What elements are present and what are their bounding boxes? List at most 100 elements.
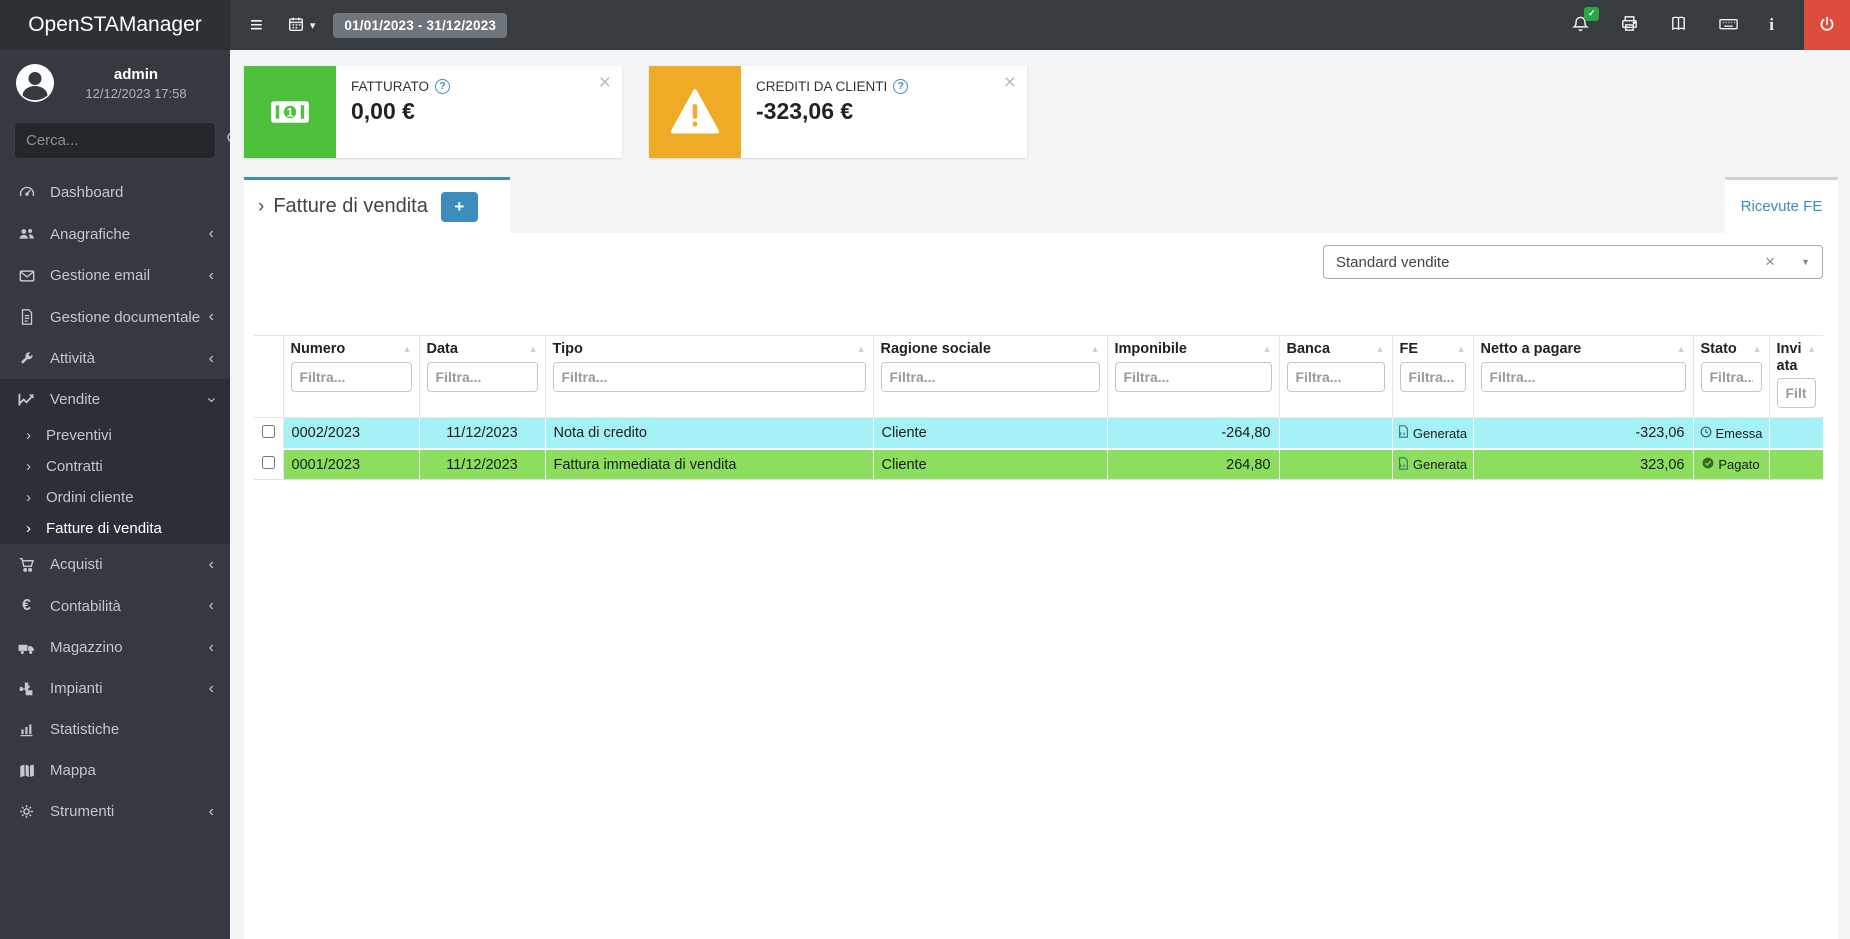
sidebar-item-strumenti[interactable]: Strumenti ‹ xyxy=(0,791,230,832)
info-button[interactable]: i xyxy=(1769,15,1774,35)
chevron-right-icon[interactable]: › xyxy=(258,196,264,218)
sidebar-item-anagrafiche[interactable]: Anagrafiche ‹ xyxy=(0,213,230,255)
sidebar-item-acquisti[interactable]: Acquisti ‹ xyxy=(0,544,230,585)
cell-numero[interactable]: 0002/2023 xyxy=(283,417,420,450)
sidebar-item-mappa[interactable]: Mappa xyxy=(0,750,230,791)
card-body: FATTURATO ? 0,00 € xyxy=(336,66,465,158)
sort-icon[interactable]: ▲ xyxy=(1677,341,1686,354)
sidebar-nav: Dashboard Anagrafiche ‹ Gestione email ‹… xyxy=(0,171,230,832)
sidebar-item-gestione-documentale[interactable]: Gestione documentale ‹ xyxy=(0,296,230,338)
sidebar-item-label: Contratti xyxy=(46,458,103,475)
sort-icon[interactable]: ▲ xyxy=(529,341,538,354)
sidebar-item-statistiche[interactable]: Statistiche xyxy=(0,709,230,750)
tabs-spacer xyxy=(510,177,1725,233)
cell-ragione-sociale: Cliente xyxy=(873,417,1108,450)
column-header-tipo[interactable]: Tipo ▲ xyxy=(545,334,874,419)
docs-button[interactable] xyxy=(1669,14,1688,36)
sidebar-item-label: Statistiche xyxy=(50,721,120,738)
clear-selection-icon[interactable]: × xyxy=(1763,252,1777,272)
sidebar-item-gestione-email[interactable]: Gestione email ‹ xyxy=(0,255,230,296)
puzzle-icon xyxy=(16,680,37,697)
column-header-stato[interactable]: Stato ▲ xyxy=(1693,334,1770,419)
sort-icon[interactable]: ▲ xyxy=(1807,341,1816,354)
help-icon[interactable]: ? xyxy=(435,79,451,94)
column-header-imponibile[interactable]: Imponibile ▲ xyxy=(1107,334,1280,419)
tab-ricevute-fe[interactable]: Ricevute FE xyxy=(1725,177,1838,233)
bar-chart-icon xyxy=(16,721,37,738)
add-invoice-button[interactable]: + xyxy=(440,191,478,222)
notifications-button[interactable]: ✓ xyxy=(1571,6,1600,37)
app-logo[interactable]: OpenSTAManager xyxy=(0,0,230,50)
sidebar-item-contratti[interactable]: › Contratti xyxy=(0,451,230,482)
sidebar-item-label: Preventivi xyxy=(46,427,112,444)
cell-stato: Pagato xyxy=(1693,448,1770,481)
sidebar-item-label: Dashboard xyxy=(50,183,124,201)
sidebar-item-preventivi[interactable]: › Preventivi xyxy=(0,420,230,451)
cell-netto-a-pagare: -323,06 xyxy=(1473,417,1694,450)
row-select-checkbox[interactable] xyxy=(262,456,275,470)
filter-input-stato[interactable] xyxy=(1700,361,1762,392)
cell-imponibile: 264,80 xyxy=(1107,448,1280,481)
sidebar-item-dashboard[interactable]: Dashboard xyxy=(0,171,230,213)
card-value: 0,00 € xyxy=(351,98,415,124)
row-select-checkbox[interactable] xyxy=(262,424,275,438)
filter-input-data[interactable] xyxy=(426,361,538,392)
date-range-badge[interactable]: 01/01/2023 - 31/12/2023 xyxy=(333,12,508,38)
sort-icon[interactable]: ▲ xyxy=(1263,341,1272,354)
sort-icon[interactable]: ▲ xyxy=(1091,341,1100,354)
close-icon[interactable]: × xyxy=(599,72,611,93)
cell-banca xyxy=(1279,417,1393,450)
sidebar-item-impianti[interactable]: Impianti ‹ xyxy=(0,668,230,709)
help-icon[interactable]: ? xyxy=(893,79,909,94)
column-header-numero[interactable]: Numero ▲ xyxy=(283,334,420,419)
wrench-icon xyxy=(16,350,37,367)
card-title: CREDITI DA CLIENTI xyxy=(756,79,888,94)
sidebar-item-vendite[interactable]: Vendite ‹ xyxy=(0,379,230,420)
sort-icon[interactable]: ▲ xyxy=(1753,341,1762,354)
table-row[interactable]: 0001/2023 11/12/2023 Fattura immediata d… xyxy=(254,448,1824,481)
cell-numero[interactable]: 0001/2023 xyxy=(283,448,420,481)
sidebar-item-contabilita[interactable]: € Contabilità ‹ xyxy=(0,585,230,627)
column-header-fe[interactable]: FE ▲ xyxy=(1392,334,1474,419)
file-invoice-icon xyxy=(1398,425,1409,441)
column-header-ragione-sociale[interactable]: Ragione sociale ▲ xyxy=(873,334,1108,419)
print-button[interactable] xyxy=(1620,14,1639,36)
sidebar-item-ordini-cliente[interactable]: › Ordini cliente xyxy=(0,482,230,513)
sort-icon[interactable]: ▲ xyxy=(857,341,866,354)
logout-button[interactable] xyxy=(1804,0,1850,50)
shortcuts-button[interactable] xyxy=(1718,14,1739,36)
filter-input-numero[interactable] xyxy=(290,361,412,392)
tab-fatture-di-vendita[interactable]: › Fatture di vendita + xyxy=(244,177,510,233)
user-panel[interactable]: admin 12/12/2023 17:58 xyxy=(0,50,230,114)
sort-icon[interactable]: ▲ xyxy=(403,341,412,354)
card-value: -323,06 € xyxy=(756,98,854,124)
sidebar-item-label: Anagrafiche xyxy=(50,225,131,243)
sidebar-item-fatture-di-vendita[interactable]: › Fatture di vendita xyxy=(0,513,230,544)
filter-input-fe[interactable] xyxy=(1399,361,1466,392)
sidebar-toggle-button[interactable]: ≡ xyxy=(250,12,263,38)
user-info: admin 12/12/2023 17:58 xyxy=(56,66,216,101)
chevron-left-icon: ‹ xyxy=(208,225,214,242)
filter-input-banca[interactable] xyxy=(1286,361,1385,392)
hamburger-icon: ≡ xyxy=(250,12,263,37)
filter-input-netto-a-pagare[interactable] xyxy=(1480,361,1686,392)
column-header-inviata[interactable]: Inviata ▲ xyxy=(1769,334,1823,419)
column-header-netto-a-pagare[interactable]: Netto a pagare ▲ xyxy=(1473,334,1694,419)
column-header-data[interactable]: Data ▲ xyxy=(419,334,546,419)
filter-input-tipo[interactable] xyxy=(552,361,866,392)
sidebar: admin 12/12/2023 17:58 Dashboard Anagraf… xyxy=(0,50,230,939)
column-header-banca[interactable]: Banca ▲ xyxy=(1279,334,1393,419)
close-icon[interactable]: × xyxy=(1004,72,1016,93)
sort-icon[interactable]: ▲ xyxy=(1376,341,1385,354)
table-row[interactable]: 0002/2023 11/12/2023 Nota di credito Cli… xyxy=(254,417,1824,450)
filter-input-imponibile[interactable] xyxy=(1114,361,1272,392)
sidebar-item-magazzino[interactable]: Magazzino ‹ xyxy=(0,627,230,668)
invoice-type-select[interactable]: Standard vendite × ▼ xyxy=(1323,245,1823,279)
filter-input-ragione-sociale[interactable] xyxy=(880,361,1100,392)
svg-text:1: 1 xyxy=(287,105,294,119)
date-range-button[interactable]: ▾ xyxy=(287,15,315,36)
sort-icon[interactable]: ▲ xyxy=(1457,341,1466,354)
filter-input-inviata[interactable] xyxy=(1776,378,1816,409)
search-input[interactable] xyxy=(26,132,225,149)
sidebar-item-attivita[interactable]: Attività ‹ xyxy=(0,338,230,379)
